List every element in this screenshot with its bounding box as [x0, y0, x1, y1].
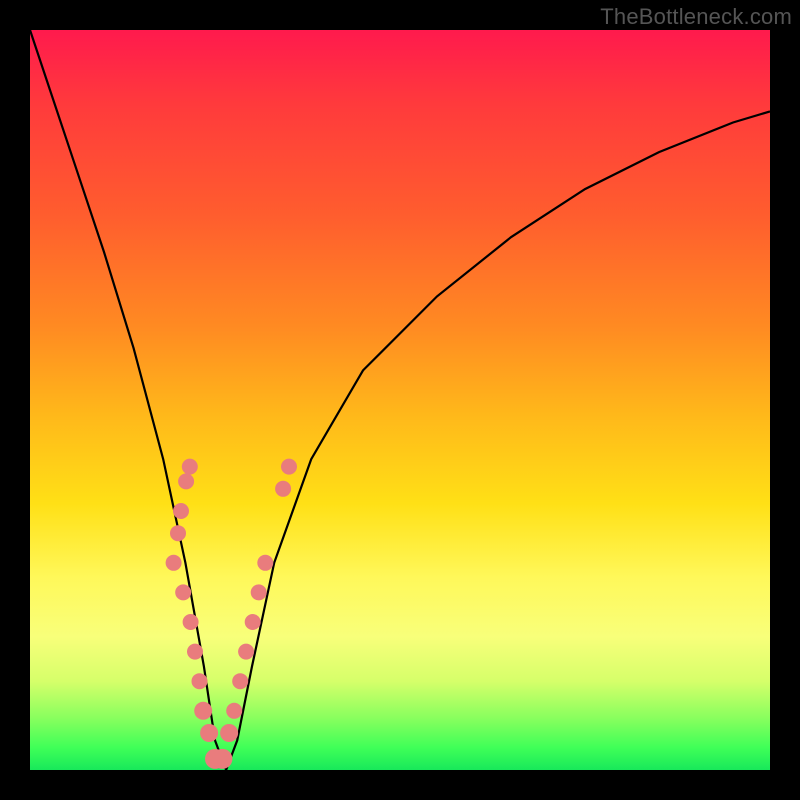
bead	[245, 614, 261, 630]
bead	[212, 749, 232, 769]
bead	[220, 724, 238, 742]
bead	[182, 459, 198, 475]
bead	[281, 459, 297, 475]
bead	[175, 584, 191, 600]
bead	[257, 555, 273, 571]
bead	[232, 673, 248, 689]
bead	[178, 473, 194, 489]
bead	[251, 584, 267, 600]
bottleneck-curve	[30, 30, 770, 770]
bead	[194, 702, 212, 720]
bead	[226, 703, 242, 719]
watermark-text: TheBottleneck.com	[600, 4, 792, 30]
curve-layer	[30, 30, 770, 770]
bead-markers	[166, 459, 297, 769]
bead	[275, 481, 291, 497]
bead	[183, 614, 199, 630]
bead	[173, 503, 189, 519]
bead	[192, 673, 208, 689]
bead	[170, 525, 186, 541]
bead	[166, 555, 182, 571]
bead	[200, 724, 218, 742]
plot-area	[30, 30, 770, 770]
bead	[187, 644, 203, 660]
chart-frame: TheBottleneck.com	[0, 0, 800, 800]
bead	[238, 644, 254, 660]
